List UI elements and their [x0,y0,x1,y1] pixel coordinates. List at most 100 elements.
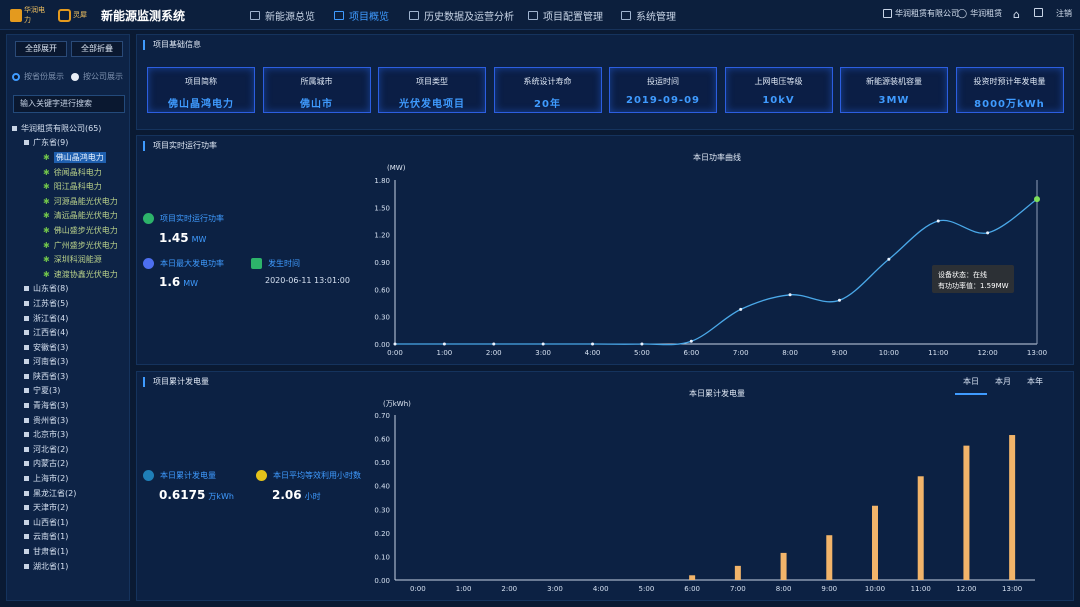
nav-label: 系统管理 [636,12,676,23]
tree-province-item[interactable]: 黑龙江省(2) [12,486,130,501]
company-name: 华润租赁有限公司 [895,9,959,18]
value-text: 1.45 [159,231,189,245]
info-card: 系统设计寿命 20年 [493,67,602,113]
energy-bar [780,552,787,580]
tree-project-item[interactable]: ✱ 广州盛步光伏电力 [12,238,130,253]
top-bar: 华润电力 灵犀 新能源监测系统 新能源总览 项目概览 历史数据及运营分析 项目配… [0,0,1080,30]
tree-node-label: 湖北省(1) [33,561,69,571]
unit-text: 小时 [304,492,321,501]
tree-province-item[interactable]: 河北省(2) [12,442,130,457]
energy-bar [689,575,696,580]
radio-by-company[interactable]: 按公司展示 [71,71,123,82]
realtime-power-label: 项目实时运行功率 [143,213,224,224]
nav-system[interactable]: 系统管理 [621,8,676,23]
tree-node-label: 内蒙古(2) [33,459,69,469]
power-data-point [936,219,940,223]
tree-project-item[interactable]: ✱ 徐闻晶科电力 [12,165,130,180]
tree-province-item[interactable]: 陕西省(3) [12,369,130,384]
energy-bar [917,476,924,580]
energy-bar [963,445,970,580]
tree-project-item[interactable]: ✱ 佛山晶鸿电力 [12,150,130,165]
tree-project-item[interactable]: ✱ 深圳科润能源 [12,252,130,267]
info-card-key: 项目简称 [185,77,217,86]
tree-search-input[interactable]: 输入关键字进行搜索 [13,95,125,113]
x-tick-label: 4:00 [585,349,601,357]
energy-bar [872,505,878,580]
realtime-power-value: 1.45 MW [159,231,206,245]
x-tick-label: 13:00 [1002,585,1022,593]
tree-project-item[interactable]: ✱ 速渡协鑫光伏电力 [12,267,130,282]
tree-province-item[interactable]: 上海市(2) [12,471,130,486]
nav-label: 新能源总览 [265,12,315,23]
x-tick-label: 3:00 [547,585,563,593]
info-card-value: 20年 [534,99,561,110]
tree-project-item[interactable]: ✱ 河源晶能光伏电力 [12,194,130,209]
tree-project-item[interactable]: ✱ 清远晶能光伏电力 [12,209,130,224]
tree-province-item[interactable]: 内蒙古(2) [12,457,130,472]
power-icon [143,213,154,224]
tree-province-item[interactable]: 安徽省(3) [12,340,130,355]
tooltip-value: 有功功率值：1.59MW [938,281,1009,290]
tree-root[interactable]: 华润租赁有限公司(65) [12,121,130,136]
logout-label: 注销 [1056,9,1072,18]
tree-province-item[interactable]: 北京市(3) [12,427,130,442]
tree-province-item[interactable]: 贵州省(3) [12,413,130,428]
nav-history[interactable]: 历史数据及运营分析 [409,8,514,23]
tree-province-expanded[interactable]: 广东省(9) [12,136,130,151]
tree-province-item[interactable]: 江西省(4) [12,325,130,340]
info-card-key: 系统设计寿命 [523,77,572,86]
tree-province-item[interactable]: 山东省(8) [12,282,130,297]
tree-province-item[interactable]: 湖北省(1) [12,559,130,574]
collapse-all-button[interactable]: 全部折叠 [71,41,123,57]
x-tick-label: 13:00 [1027,349,1047,357]
radio-selected-icon [12,72,20,81]
user-name: 华润租赁 [970,9,1003,18]
tree-province-item[interactable]: 青海省(3) [12,398,130,413]
power-data-point [986,231,990,235]
nav-config[interactable]: 项目配置管理 [528,8,603,23]
clock-icon [251,258,262,269]
tree-province-item[interactable]: 浙江省(4) [12,311,130,326]
leaf-icon: ✱ [43,269,50,279]
y-tick-label: 0.50 [374,459,390,467]
y-tick-label: 0.10 [374,553,390,561]
info-card: 新能源装机容量 3MW [840,67,948,113]
tree-province-item[interactable]: 甘肃省(1) [12,544,130,559]
expand-toggle-icon [24,490,29,496]
expand-all-button[interactable]: 全部展开 [15,41,67,57]
label-text: 本日最大发电功率 [160,259,224,268]
nav-overview[interactable]: 新能源总览 [250,8,315,23]
tree-node-label: 浙江省(4) [33,313,69,323]
tree-province-item[interactable]: 宁夏(3) [12,384,130,399]
tree-project-item[interactable]: ✱ 佛山盛步光伏电力 [12,223,130,238]
tree-node-label: 佛山盛步光伏电力 [53,225,118,235]
tree-province-item[interactable]: 河南省(3) [12,355,130,370]
x-tick-label: 11:00 [928,349,948,357]
company-logo: 华润电力 [10,6,50,24]
expand-toggle-icon [24,505,29,511]
tree-province-item[interactable]: 江苏省(5) [12,296,130,311]
tree-project-item[interactable]: ✱ 阳江晶科电力 [12,179,130,194]
sun-icon [256,470,267,481]
y-axis-label: (MW) [387,164,406,172]
nav-label: 项目概览 [349,12,389,23]
logout-button[interactable]: 注销 [1056,8,1072,19]
nav-project-overview[interactable]: 项目概览 [334,8,389,23]
home-button[interactable]: ⌂ [1013,8,1020,21]
radio-by-province[interactable]: 按省份展示 [12,71,64,82]
energy-bar-chart: 本日累计发电量 (万kWh) 0.00 0.10 0.20 0.30 0.40 0.50 0.6… [374,388,1035,593]
tree-province-item[interactable]: 天津市(2) [12,500,130,515]
dashboard-icon [250,11,260,20]
x-tick-label: 6:00 [683,349,699,357]
x-tick-label: 10:00 [879,349,899,357]
tree-province-item[interactable]: 云南省(1) [12,530,130,545]
tree-province-item[interactable]: 山西省(1) [12,515,130,530]
power-data-point [492,342,496,346]
fullscreen-button[interactable] [1034,8,1043,17]
tree-node-label: 河南省(3) [33,357,69,367]
y-tick-label: 1.20 [374,232,390,240]
info-card-value: 光伏发电项目 [399,99,465,110]
x-tick-label: 1:00 [456,585,472,593]
user-menu[interactable]: ◯ 华润租赁 [957,8,1002,19]
leaf-icon: ✱ [43,196,50,206]
